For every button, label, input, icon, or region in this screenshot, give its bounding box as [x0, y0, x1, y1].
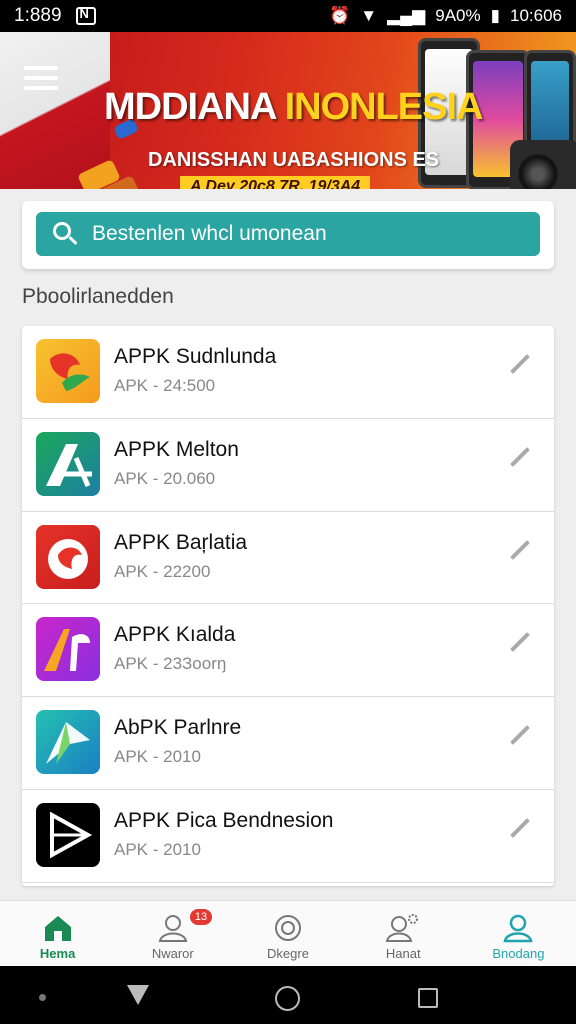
- banner-date-strip: A Dey 20c8 7R. 19/3A4: [180, 176, 371, 189]
- bottom-nav: Hema Nwaror Dkegre Hanat Bnodang: [0, 900, 576, 966]
- status-time: 1:889: [14, 5, 62, 26]
- app-name: AbPK Parlnre: [114, 716, 242, 740]
- search-icon: [52, 221, 78, 247]
- list-item[interactable]: APPK Sudnlunda APK - 24:500: [22, 326, 554, 419]
- app-meta: APK - 2010: [114, 839, 201, 859]
- list-item[interactable]: APPK Pica Bendnesion APK - 2010: [22, 790, 554, 883]
- nav-nwaror[interactable]: Nwaror: [115, 901, 230, 966]
- assistant-dot-icon[interactable]: [39, 994, 46, 1001]
- app-meta: APK - 24:500: [114, 376, 216, 395]
- list-item[interactable]: APPK Kıalda APK - 23Зoorŋ: [22, 604, 554, 698]
- status-bar: 1:889 ⏰ ▼ ▂▄▆ 9A0% ▮ 10:606: [0, 0, 576, 32]
- app-name: APPK Sudnlunda: [114, 345, 277, 368]
- banner-title-part1: MDDIANA: [104, 86, 276, 128]
- list-item[interactable]: APPK Baŗlatia APK - 22200: [22, 512, 554, 605]
- back-icon[interactable]: [127, 985, 149, 1005]
- app-icon: [36, 802, 100, 867]
- menu-icon[interactable]: [24, 66, 58, 92]
- app-icon: [36, 339, 100, 403]
- signal-icon: ▂▄▆: [387, 6, 426, 25]
- edit-icon[interactable]: [508, 632, 532, 656]
- list-item[interactable]: APPK Melton APK - 20.060: [22, 419, 554, 512]
- app-name: APPK Melton: [114, 437, 239, 461]
- banner-subtitle: DANISSHAN UABASHIONS ES: [148, 149, 440, 171]
- list-item[interactable]: AbPK Parlnre APK - 2010: [22, 697, 554, 790]
- nav-label: Hema: [39, 946, 76, 961]
- nav-bnodang[interactable]: Bnodang: [461, 901, 576, 966]
- nav-label: Dkegre: [267, 946, 309, 961]
- app-icon: [36, 710, 100, 775]
- alarm-icon: ⏰: [329, 6, 351, 25]
- app-meta: APK - 23Зoorŋ: [114, 654, 227, 674]
- banner-title: MDDIANA INONLESIA: [104, 86, 484, 129]
- section-title: Pboolirlanedden: [22, 285, 174, 308]
- battery-icon: ▮: [490, 6, 500, 25]
- home-icon: [41, 913, 75, 943]
- status-clock-right: 10:606: [510, 6, 562, 25]
- battery-percent: 9A0%: [435, 6, 481, 25]
- notification-badge: 13: [190, 909, 212, 925]
- recent-apps-icon[interactable]: [418, 988, 438, 1008]
- nav-label: Nwaror: [151, 946, 194, 961]
- notification-icon: [75, 6, 96, 25]
- app-icon: [36, 431, 100, 496]
- nav-label: Hanat: [385, 946, 421, 961]
- edit-icon[interactable]: [508, 818, 532, 842]
- user-badge-icon: [156, 913, 190, 943]
- app-icon: [36, 617, 100, 682]
- flag-graphic: [0, 32, 110, 189]
- nav-hanat[interactable]: Hanat: [346, 901, 461, 966]
- app-name: APPK Pica Bendnesion: [114, 808, 334, 832]
- app-name: APPK Baŗlatia: [114, 530, 248, 554]
- clock-icon: [271, 913, 305, 943]
- app-meta: APK - 2010: [114, 747, 201, 767]
- camera-graphic: [510, 140, 576, 189]
- nav-home[interactable]: Hema: [0, 901, 115, 966]
- app-name: APPK Kıalda: [114, 623, 236, 647]
- nav-label: Bnodang: [492, 946, 545, 961]
- edit-icon[interactable]: [508, 446, 532, 471]
- edit-icon[interactable]: [508, 354, 532, 378]
- edit-icon[interactable]: [508, 539, 532, 564]
- home-button-icon[interactable]: [275, 986, 300, 1011]
- app-icon: [36, 524, 100, 589]
- search-placeholder: Bestenlen whcl umonean: [92, 222, 327, 245]
- search-card: Bestenlen whcl umonean: [22, 201, 554, 269]
- nav-dkegre[interactable]: Dkegre: [230, 901, 345, 966]
- app-meta: APK - 20.060: [114, 468, 216, 488]
- edit-icon[interactable]: [508, 725, 532, 749]
- app-list: APPK Sudnlunda APK - 24:500 APPK Melton …: [22, 326, 554, 886]
- user-icon: [501, 913, 535, 943]
- wifi-icon: ▼: [360, 6, 378, 25]
- promo-banner[interactable]: MDDIANA INONLESIA DANISSHAN UABASHIONS E…: [0, 32, 576, 189]
- banner-title-part2: INONLESIA: [284, 86, 484, 128]
- search-input[interactable]: Bestenlen whcl umonean: [36, 212, 540, 256]
- app-root: 1:889 ⏰ ▼ ▂▄▆ 9A0% ▮ 10:606: [0, 0, 576, 1024]
- app-meta: APK - 22200: [114, 561, 211, 581]
- user-settings-icon: [385, 913, 420, 943]
